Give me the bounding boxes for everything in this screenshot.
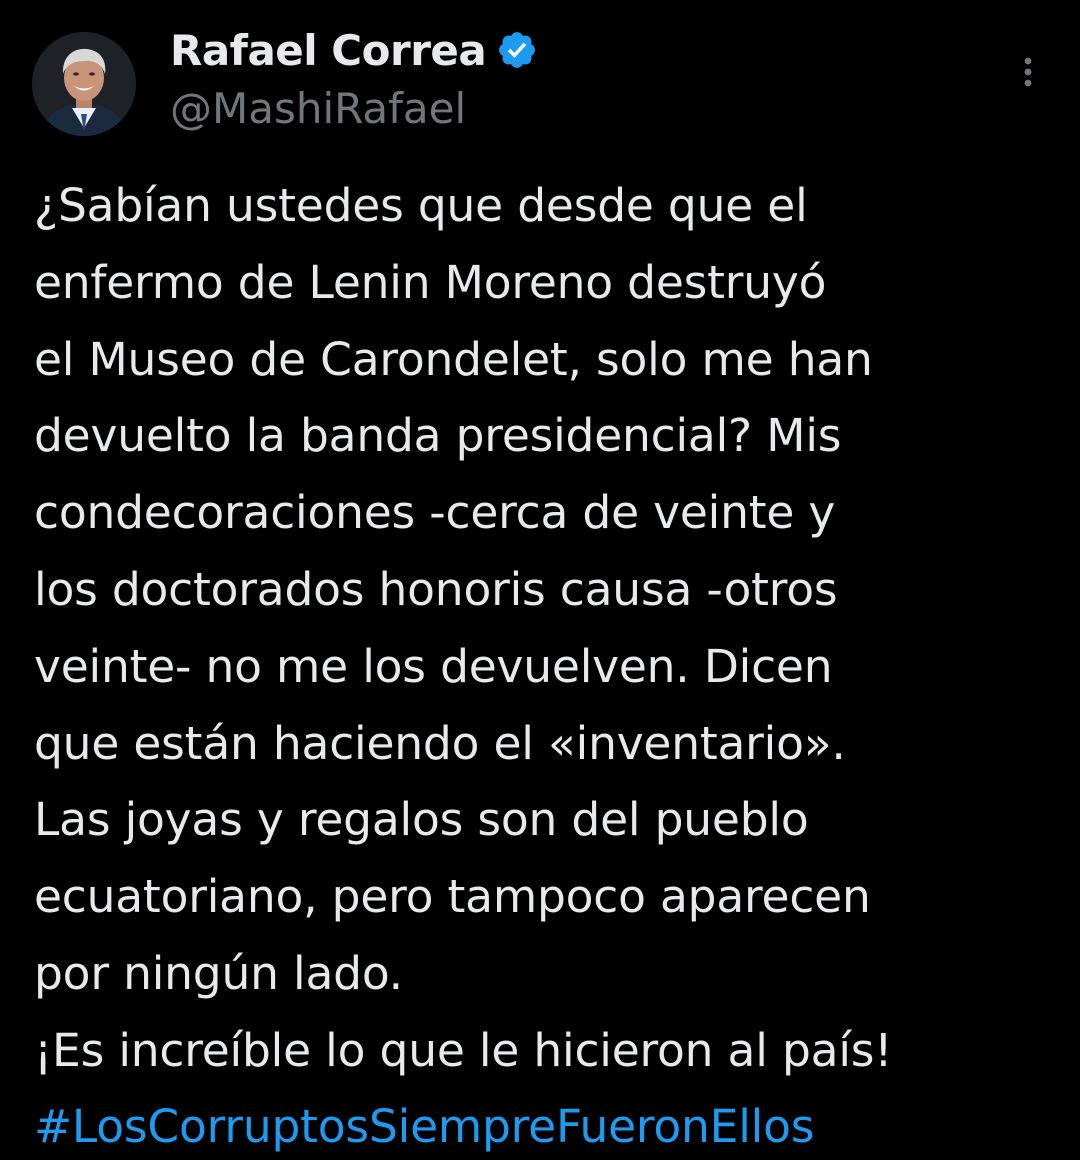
tweet-text: ¿Sabían ustedes que desde que el enfermo… (34, 179, 893, 1077)
tweet: Rafael Correa @MashiRafael ¿Sabían usted… (0, 0, 1080, 1160)
more-options-icon[interactable] (1008, 52, 1048, 92)
profile-photo (32, 32, 136, 136)
verified-badge-icon (496, 29, 538, 71)
author-handle[interactable]: @MashiRafael (170, 84, 466, 133)
author-name-row: Rafael Correa (170, 22, 538, 78)
hashtag-link[interactable]: #LosCorruptosSiempreFueronEllos (34, 1089, 814, 1160)
avatar[interactable] (32, 32, 136, 136)
display-name[interactable]: Rafael Correa (170, 26, 487, 75)
